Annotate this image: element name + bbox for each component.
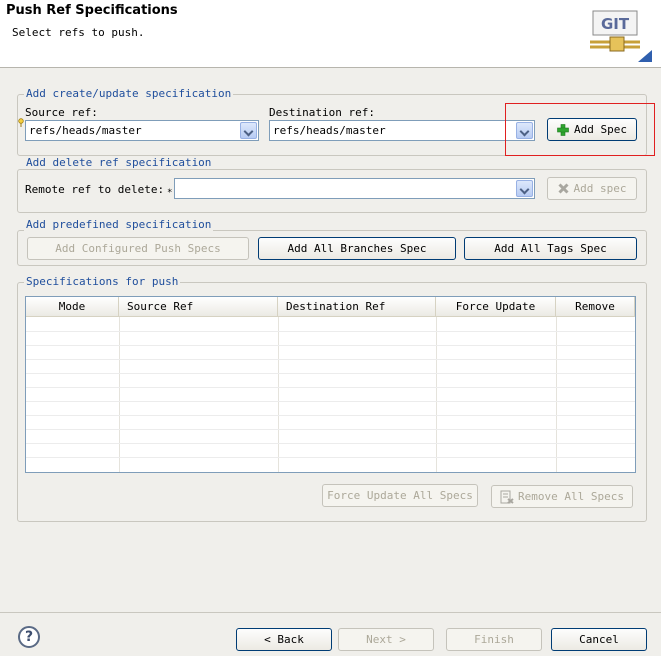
finish-button[interactable]: Finish: [446, 628, 542, 651]
row-divider: [26, 457, 635, 458]
remote-ref-label: Remote ref to delete:: [25, 183, 165, 196]
specs-title: Specifications for push: [24, 275, 181, 288]
add-configured-push-specs-button[interactable]: Add Configured Push Specs: [27, 237, 249, 260]
delete-spec-title: Add delete ref specification: [24, 156, 214, 169]
chevron-down-icon[interactable]: [240, 122, 257, 139]
source-ref-combo[interactable]: refs/heads/master: [25, 120, 259, 141]
source-ref-value: refs/heads/master: [29, 124, 142, 137]
table-header: Mode Source Ref Destination Ref Force Up…: [26, 297, 635, 317]
page-subtitle: Select refs to push.: [12, 26, 145, 39]
row-divider: [26, 373, 635, 374]
column-header-force-update[interactable]: Force Update: [436, 297, 556, 317]
column-header-source-ref[interactable]: Source Ref: [119, 297, 278, 317]
row-divider: [26, 415, 635, 416]
add-all-tags-spec-button[interactable]: Add All Tags Spec: [464, 237, 637, 260]
remove-icon: [500, 490, 514, 504]
back-label: < Back: [264, 633, 304, 646]
source-ref-label: Source ref:: [25, 106, 98, 119]
content-assist-icon: [18, 118, 24, 127]
footer-divider: [0, 612, 661, 613]
row-divider: [26, 443, 635, 444]
row-divider: [26, 429, 635, 430]
row-divider: [26, 359, 635, 360]
required-marker: *: [167, 188, 173, 198]
next-button[interactable]: Next >: [338, 628, 434, 651]
wizard-header: Push Ref Specifications Select refs to p…: [0, 0, 661, 68]
dest-ref-combo[interactable]: refs/heads/master: [269, 120, 535, 141]
remove-all-specs-label: Remove All Specs: [518, 490, 624, 503]
specs-table[interactable]: Mode Source Ref Destination Ref Force Up…: [25, 296, 636, 473]
row-divider: [26, 331, 635, 332]
force-update-all-specs-button[interactable]: Force Update All Specs: [322, 484, 478, 507]
page-title: Push Ref Specifications: [6, 3, 178, 18]
create-spec-title: Add create/update specification: [24, 87, 234, 100]
column-divider: [278, 317, 279, 472]
column-divider: [556, 317, 557, 472]
chevron-down-icon[interactable]: [516, 180, 533, 197]
back-button[interactable]: < Back: [236, 628, 332, 651]
column-divider: [436, 317, 437, 472]
dest-ref-value: refs/heads/master: [273, 124, 386, 137]
logo-text: GIT: [601, 15, 630, 33]
add-delete-spec-label: Add spec: [573, 182, 627, 195]
dest-ref-label: Destination ref:: [269, 106, 375, 119]
row-divider: [26, 401, 635, 402]
x-icon: [557, 183, 569, 194]
help-icon[interactable]: ?: [18, 626, 40, 648]
remote-ref-combo[interactable]: [174, 178, 535, 199]
predefined-spec-title: Add predefined specification: [24, 218, 214, 231]
column-divider: [119, 317, 120, 472]
column-header-remove[interactable]: Remove: [556, 297, 635, 317]
highlight-box: [505, 103, 655, 156]
cancel-button[interactable]: Cancel: [551, 628, 647, 651]
row-divider: [26, 345, 635, 346]
add-all-branches-spec-button[interactable]: Add All Branches Spec: [258, 237, 456, 260]
remove-all-specs-button[interactable]: Remove All Specs: [491, 485, 633, 508]
column-header-destination-ref[interactable]: Destination Ref: [278, 297, 436, 317]
add-delete-spec-button[interactable]: Add spec: [547, 177, 637, 200]
git-logo-icon: GIT: [590, 10, 652, 62]
row-divider: [26, 387, 635, 388]
column-header-mode[interactable]: Mode: [26, 297, 119, 317]
